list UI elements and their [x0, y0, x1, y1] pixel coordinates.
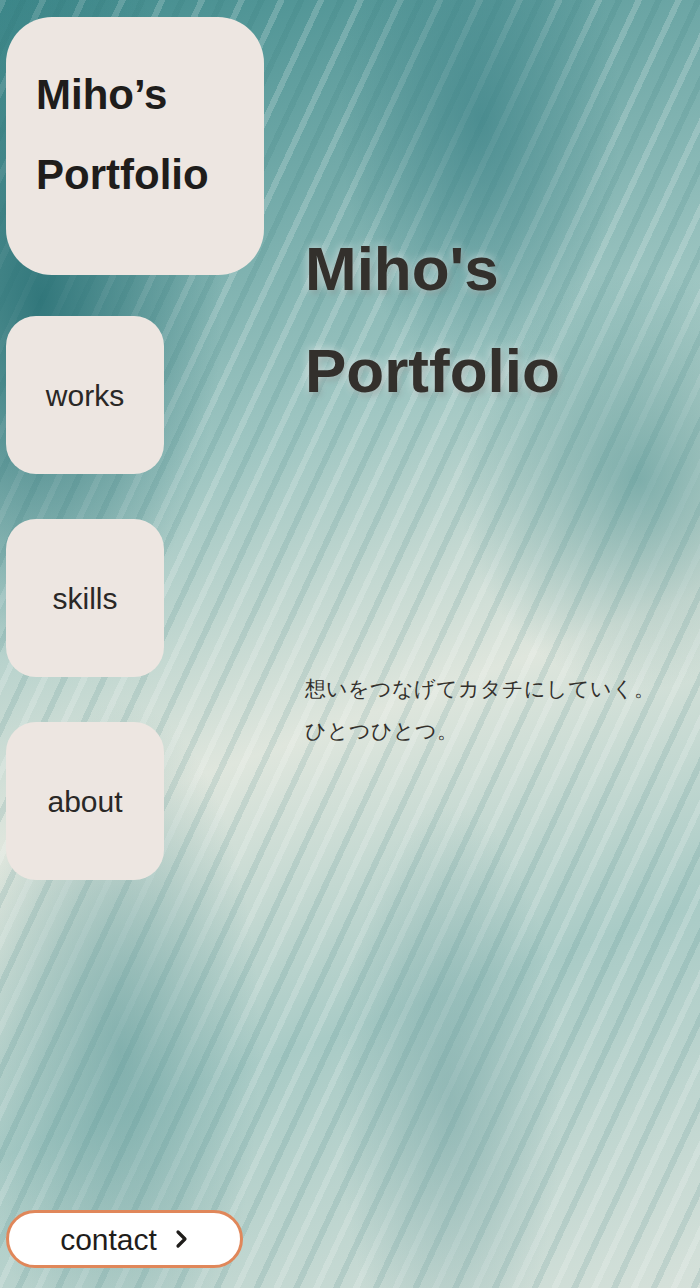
chevron-right-icon — [175, 1229, 189, 1249]
logo-text: Miho’s Portfolio — [36, 55, 236, 215]
nav-label: works — [46, 373, 124, 418]
contact-label: contact — [60, 1217, 157, 1262]
nav-item[interactable]: about — [6, 722, 164, 880]
sidebar: Miho’s Portfolio works skills about contact — [0, 0, 290, 1288]
nav-label: about — [47, 779, 122, 824]
contact-button[interactable]: contact — [6, 1210, 243, 1268]
nav-item[interactable]: skills — [6, 519, 164, 677]
page: Miho’s PortfolioworksskillsaboutcontactM… — [0, 0, 700, 1288]
tagline: 想いをつなげてカタチにしていく。ひとつひとつ。 — [305, 668, 680, 752]
nav-label: skills — [53, 576, 118, 621]
tagline-line: 想いをつなげてカタチにしていく。 — [305, 668, 680, 710]
tagline-line: ひとつひとつ。 — [305, 710, 680, 752]
hero-title: Miho's Portfolio — [305, 218, 680, 422]
logo-card[interactable]: Miho’s Portfolio — [6, 17, 264, 275]
nav-list: works skills about — [6, 316, 290, 880]
hero: Miho's Portfolio 想いをつなげてカタチにしていく。ひとつひとつ。 — [290, 0, 700, 1288]
nav-item[interactable]: works — [6, 316, 164, 474]
